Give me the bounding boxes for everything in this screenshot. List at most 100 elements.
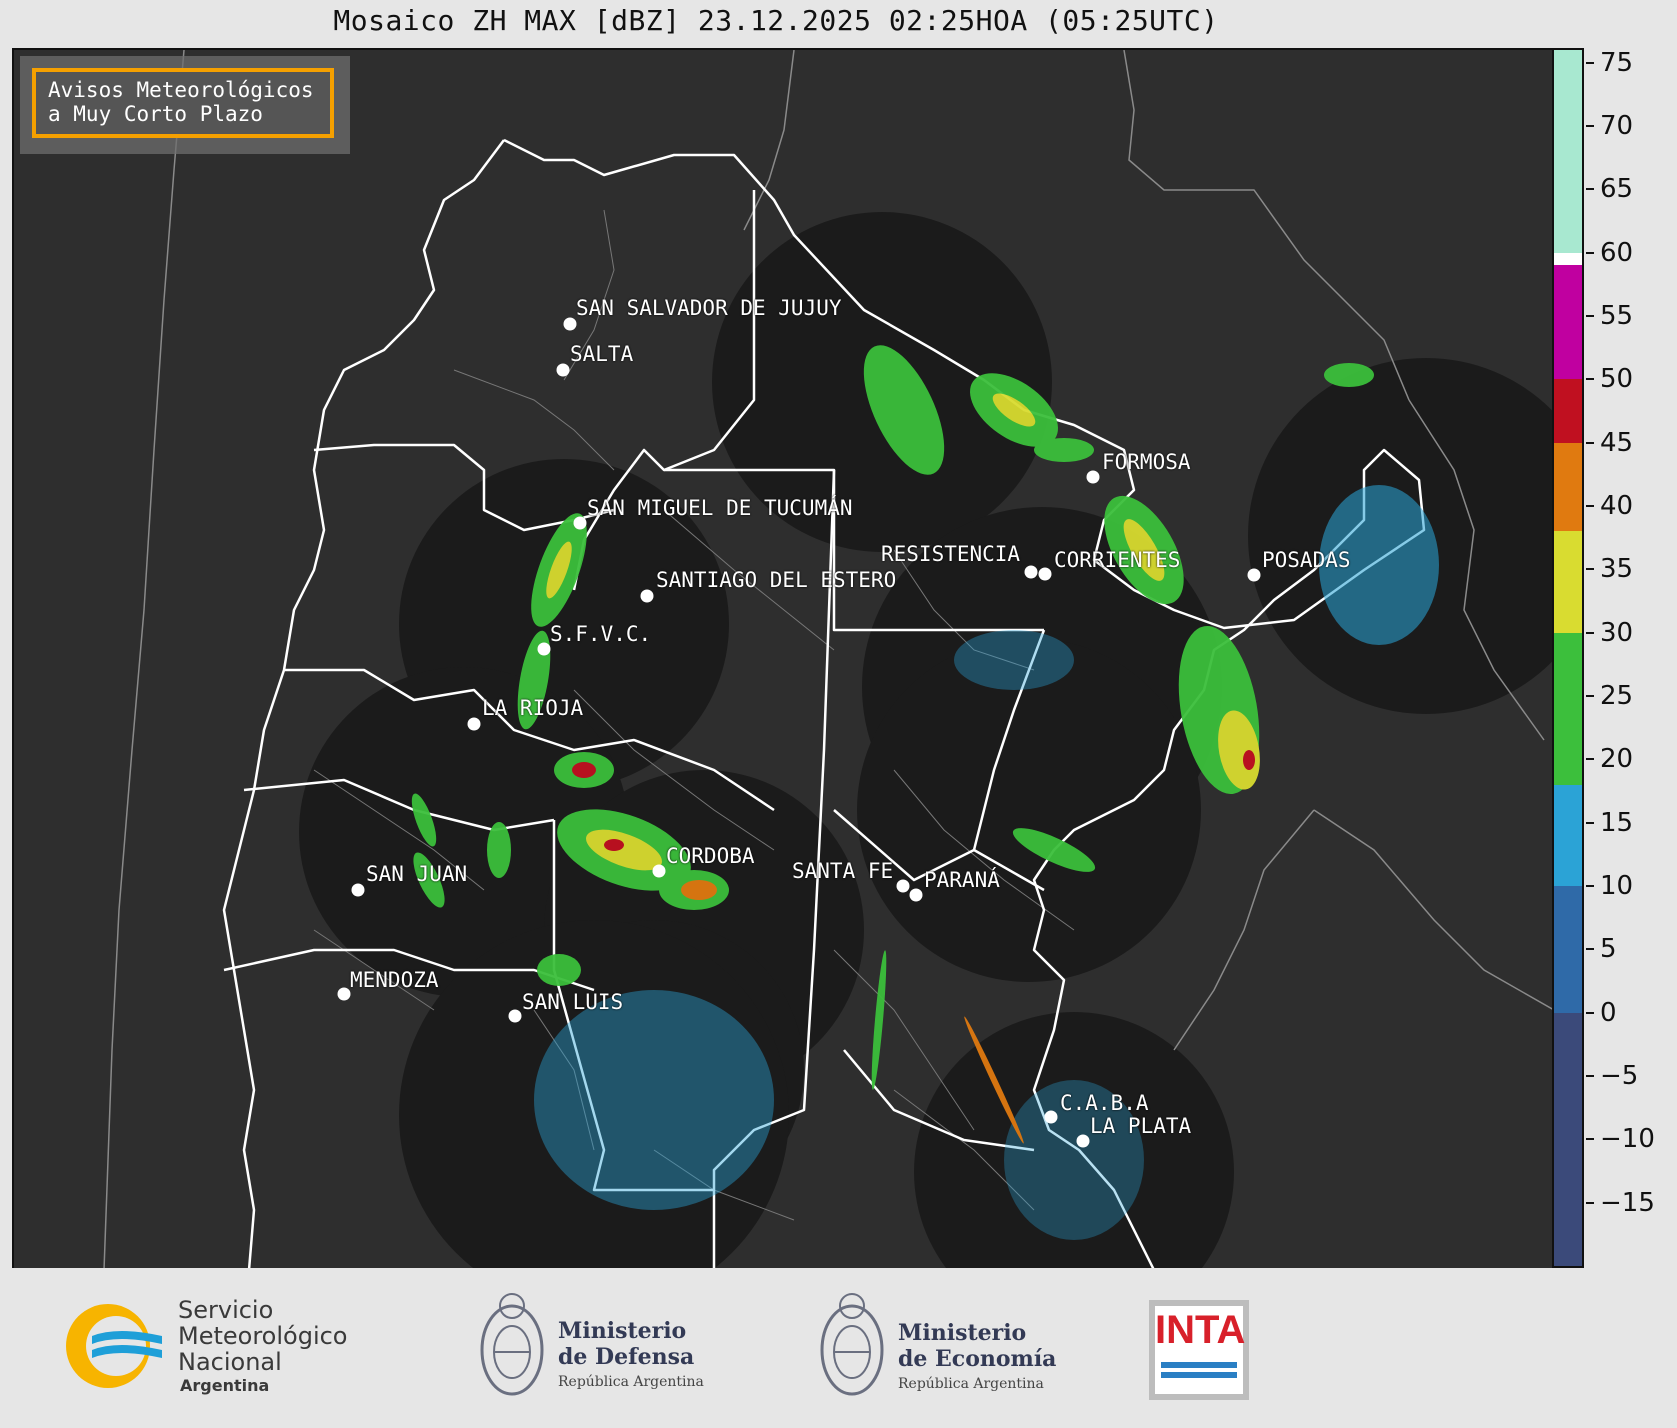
colorbar-segment	[1554, 886, 1582, 1013]
country-border	[1313, 809, 1554, 1011]
colorbar-tick	[1586, 1011, 1594, 1014]
colorbar-tick-label: 10	[1600, 871, 1634, 901]
defensa-line1: Ministerio	[558, 1318, 687, 1344]
echo-cell	[487, 822, 511, 878]
colorbar-tick	[1586, 378, 1594, 381]
city-label-la-plata: LA PLATA	[1090, 1114, 1192, 1138]
colorbar-tick-label: 0	[1600, 997, 1617, 1028]
city-dot-san-luis[interactable]	[508, 1009, 522, 1023]
city-dot-resistencia[interactable]	[1024, 565, 1038, 579]
city-label-san-luis: SAN LUIS	[522, 990, 624, 1014]
smn-line4: Argentina	[180, 1376, 270, 1395]
colorbar-tick	[1586, 1138, 1594, 1141]
warning-box-frame: Avisos Meteorológicos a Muy Corto Plazo	[32, 68, 334, 138]
colorbar-tick	[1586, 441, 1594, 444]
colorbar-tick-label: −5	[1600, 1061, 1639, 1091]
footer-logos: Servicio Meteorológico Nacional Argentin…	[0, 1268, 1677, 1428]
colorbar-tick	[1586, 251, 1594, 254]
city-label-cordoba: CORDOBA	[666, 844, 755, 868]
colorbar-tick	[1586, 885, 1594, 887]
city-dot-posadas[interactable]	[1247, 568, 1261, 582]
colorbar-tick	[1586, 61, 1594, 64]
colorbar-tick-label: 35	[1600, 554, 1634, 585]
echo-cell	[604, 839, 624, 851]
warning-box[interactable]: Avisos Meteorológicos a Muy Corto Plazo	[20, 56, 350, 154]
city-dot-corrientes[interactable]	[1038, 567, 1052, 581]
colorbar-segment	[1554, 265, 1582, 380]
warning-line-1: Avisos Meteorológicos	[48, 78, 314, 102]
city-dot-salta[interactable]	[556, 363, 570, 377]
city-dot-catamarca[interactable]	[537, 642, 551, 656]
defensa-seal-icon	[480, 1293, 544, 1396]
colorbar-tick-label: 25	[1600, 681, 1634, 711]
smn-line3: Nacional	[178, 1348, 282, 1376]
smn-line1: Servicio	[178, 1296, 274, 1324]
city-dot-cordoba[interactable]	[652, 864, 666, 878]
city-dot-parana[interactable]	[909, 888, 923, 902]
smn-logo-icon	[66, 1304, 162, 1388]
colorbar-tick	[1586, 631, 1594, 634]
smn-line2: Meteorológico	[178, 1322, 348, 1350]
colorbar-tick	[1586, 948, 1594, 951]
map-canvas	[103, 50, 1554, 1270]
city-dot-santiago[interactable]	[640, 589, 654, 603]
city-dot-la-rioja[interactable]	[467, 717, 481, 731]
echo-cell	[681, 880, 717, 900]
echo-cell	[954, 630, 1074, 690]
colorbar-tick	[1586, 821, 1594, 824]
colorbar-tick-label: 70	[1600, 111, 1634, 141]
city-label-catamarca: S.F.V.C.	[550, 622, 652, 646]
echo-cell	[871, 950, 887, 1090]
city-label-santa-fe: SANTA FE	[792, 859, 894, 883]
colorbar-segment	[1554, 442, 1582, 532]
dbz-colorbar	[1552, 48, 1584, 1268]
city-dot-santa-fe[interactable]	[896, 879, 910, 893]
colorbar-tick-label: 75	[1600, 47, 1634, 78]
colorbar-tick	[1586, 505, 1594, 507]
city-label-la-rioja: LA RIOJA	[482, 696, 584, 720]
defensa-line3: República Argentina	[558, 1374, 704, 1390]
city-label-mendoza: MENDOZA	[350, 968, 439, 992]
colorbar-tick-label: 65	[1600, 174, 1634, 205]
city-dot-mendoza[interactable]	[337, 987, 351, 1001]
map-title: Mosaico ZH MAX [dBZ] 23.12.2025 02:25HOA…	[333, 4, 1219, 37]
city-label-parana: PARANÁ	[924, 868, 1000, 892]
echo-cell	[572, 762, 596, 778]
colorbar-tick	[1586, 315, 1594, 317]
colorbar-tick	[1586, 695, 1594, 697]
city-label-resistencia: RESISTENCIA	[881, 542, 1021, 566]
colorbar-tick	[1586, 188, 1594, 191]
city-label-posadas: POSADAS	[1262, 548, 1351, 572]
city-dot-san-juan[interactable]	[351, 883, 365, 897]
city-label-san-juan: SAN JUAN	[366, 862, 468, 886]
economia-line2: de Economía	[898, 1346, 1057, 1372]
colorbar-tick	[1586, 1201, 1594, 1204]
city-dot-formosa[interactable]	[1086, 470, 1100, 484]
city-dot-la-plata[interactable]	[1076, 1134, 1090, 1148]
city-label-caba: C.A.B.A	[1060, 1091, 1149, 1115]
economia-line3: República Argentina	[898, 1376, 1044, 1392]
colorbar-tick-label: 5	[1600, 934, 1617, 965]
echo-cell	[537, 954, 581, 986]
echo-cell	[1243, 750, 1255, 770]
country-border	[743, 50, 795, 231]
city-label-jujuy: SAN SALVADOR DE JUJUY	[576, 296, 842, 320]
city-label-salta: SALTA	[570, 342, 634, 366]
colorbar-tick-label: 20	[1600, 744, 1634, 775]
city-dot-jujuy[interactable]	[563, 317, 577, 331]
city-dot-caba[interactable]	[1044, 1110, 1058, 1124]
city-label-formosa: FORMOSA	[1102, 450, 1191, 474]
colorbar-tick-label: 45	[1600, 427, 1634, 458]
colorbar-tick-label: 50	[1600, 364, 1634, 395]
colorbar-tick	[1586, 568, 1594, 571]
city-label-corrientes: CORRIENTES	[1054, 548, 1181, 572]
city-dot-tucuman[interactable]	[573, 516, 587, 530]
colorbar-tick	[1586, 1075, 1594, 1077]
city-label-santiago: SANTIAGO DEL ESTERO	[656, 568, 897, 592]
radar-map[interactable]: Avisos Meteorológicos a Muy Corto Plazo …	[12, 48, 1554, 1270]
colorbar-segment	[1554, 379, 1582, 443]
colorbar-segment	[1554, 784, 1582, 886]
colorbar-tick-label: 15	[1600, 807, 1634, 838]
province-border	[453, 369, 615, 471]
economia-seal-icon	[820, 1293, 884, 1396]
